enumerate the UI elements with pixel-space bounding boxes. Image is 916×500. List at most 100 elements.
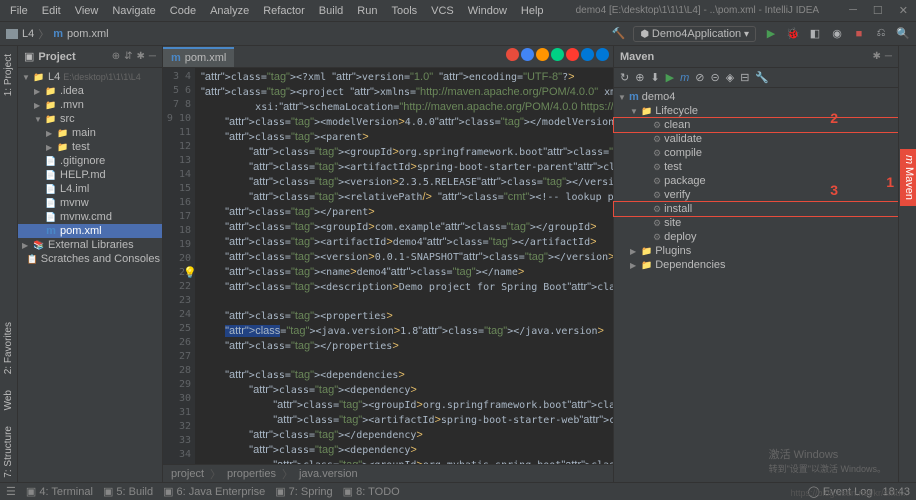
menu-view[interactable]: View bbox=[69, 3, 105, 19]
toggle-offline-icon[interactable]: ⊘ bbox=[695, 71, 704, 84]
gear-icon[interactable]: ✱ bbox=[873, 51, 881, 62]
ie-icon[interactable] bbox=[596, 48, 609, 61]
collapse-icon[interactable]: ✱ bbox=[137, 51, 145, 62]
maven-install[interactable]: ⚙install bbox=[614, 202, 898, 216]
breadcrumb[interactable]: L4 〉 m pom.xml bbox=[6, 26, 605, 42]
editor-breadcrumb[interactable]: project〉properties〉java.version bbox=[163, 464, 613, 482]
code-content[interactable]: "attr">class="tag"><?xml "attr">version=… bbox=[195, 68, 613, 464]
safari-icon[interactable] bbox=[551, 48, 564, 61]
caret-pos[interactable]: 18:43 bbox=[882, 486, 910, 498]
panel-title[interactable]: Project bbox=[38, 51, 107, 63]
crumb-file[interactable]: pom.xml bbox=[67, 28, 109, 40]
tree-node-mvnw-cmd[interactable]: 📄mvnw.cmd bbox=[18, 210, 162, 224]
coverage-icon[interactable]: ◧ bbox=[808, 27, 822, 41]
maven-tool-tab[interactable]: m Maven bbox=[902, 151, 916, 204]
tree-node--idea[interactable]: ▶📁.idea bbox=[18, 84, 162, 98]
sb-terminal[interactable]: ▣ 4: Terminal bbox=[26, 485, 93, 498]
menu-tools[interactable]: Tools bbox=[385, 3, 423, 19]
settings-icon[interactable]: 🔧 bbox=[755, 71, 769, 84]
menu-vcs[interactable]: VCS bbox=[425, 3, 460, 19]
code-editor[interactable]: 3 4 5 6 7 8 9 10 11 12 13 14 15 16 17 18… bbox=[163, 68, 613, 464]
tree-node-pom-xml[interactable]: mpom.xml bbox=[18, 224, 162, 238]
skip-tests-icon[interactable]: ⊝ bbox=[711, 71, 720, 84]
status-icon[interactable]: ☰ bbox=[6, 485, 16, 498]
menu-run[interactable]: Run bbox=[351, 3, 383, 19]
debug-icon[interactable]: 🐞 bbox=[786, 27, 800, 41]
sb-spring[interactable]: ▣ 7: Spring bbox=[275, 485, 332, 498]
edge-icon[interactable] bbox=[581, 48, 594, 61]
menu-file[interactable]: File bbox=[4, 3, 34, 19]
tree-node-External Libraries[interactable]: ▶📚External Libraries bbox=[18, 238, 162, 252]
structure-tool-tab[interactable]: 7: Structure bbox=[2, 422, 15, 482]
download-icon[interactable]: ⬇ bbox=[650, 71, 659, 84]
tree-node-L4[interactable]: ▼📁L4 E:\desktop\1\1\1\L4 bbox=[18, 70, 162, 84]
tree-node-test[interactable]: ▶📁test bbox=[18, 140, 162, 154]
menu-refactor[interactable]: Refactor bbox=[257, 3, 311, 19]
editor-tab[interactable]: m pom.xml bbox=[163, 47, 234, 67]
project-combo-icon[interactable]: ▣ bbox=[24, 50, 34, 63]
reload-icon[interactable]: ↻ bbox=[620, 71, 629, 84]
maven-dependencies[interactable]: ▶📁Dependencies bbox=[614, 258, 898, 272]
run-icon[interactable]: ▶ bbox=[764, 27, 778, 41]
crumb-project[interactable]: L4 bbox=[22, 28, 34, 40]
maven-tree[interactable]: 2 3 ▼mdemo4▼📁Lifecycle⚙clean⚙validate⚙co… bbox=[614, 88, 898, 482]
sb-todo[interactable]: ▣ 8: TODO bbox=[343, 485, 400, 498]
sb-java-enterprise[interactable]: ▣ 6: Java Enterprise bbox=[163, 485, 265, 498]
hide-icon[interactable]: ─ bbox=[885, 51, 892, 62]
project-tree[interactable]: ▼📁L4 E:\desktop\1\1\1\L4▶📁.idea▶📁.mvn▼📁s… bbox=[18, 68, 162, 482]
hide-panel-icon[interactable]: ─ bbox=[149, 51, 156, 62]
tree-node--mvn[interactable]: ▶📁.mvn bbox=[18, 98, 162, 112]
tree-node--gitignore[interactable]: 📄.gitignore bbox=[18, 154, 162, 168]
maven-test[interactable]: ⚙test bbox=[614, 160, 898, 174]
maven-plugins[interactable]: ▶📁Plugins bbox=[614, 244, 898, 258]
bc-java.version[interactable]: java.version bbox=[299, 468, 358, 480]
maven-package[interactable]: ⚙package bbox=[614, 174, 898, 188]
firefox-icon[interactable] bbox=[536, 48, 549, 61]
show-deps-icon[interactable]: ◈ bbox=[726, 71, 734, 84]
event-log[interactable]: ◯ Event Log bbox=[808, 485, 873, 498]
sb-build[interactable]: ▣ 5: Build bbox=[103, 485, 153, 498]
tree-node-Scratches and Consoles[interactable]: 📋Scratches and Consoles bbox=[18, 252, 162, 266]
execute-icon[interactable]: m bbox=[680, 72, 689, 84]
profile-icon[interactable]: ◉ bbox=[830, 27, 844, 41]
stop-icon[interactable]: ■ bbox=[852, 27, 866, 41]
maven-clean[interactable]: ⚙clean bbox=[614, 118, 898, 132]
close-button[interactable]: ✕ bbox=[895, 4, 912, 17]
chrome-icon[interactable] bbox=[521, 48, 534, 61]
maven-compile[interactable]: ⚙compile bbox=[614, 146, 898, 160]
menu-window[interactable]: Window bbox=[462, 3, 513, 19]
run-config-combo[interactable]: ⬢ Demo4Application ▾ bbox=[633, 26, 756, 42]
menu-code[interactable]: Code bbox=[164, 3, 202, 19]
build-icon[interactable]: 🔨 bbox=[611, 27, 625, 41]
tree-node-L4-iml[interactable]: 📄L4.iml bbox=[18, 182, 162, 196]
web-tool-tab[interactable]: Web bbox=[2, 386, 15, 414]
tree-node-src[interactable]: ▼📁src bbox=[18, 112, 162, 126]
collapse-all-icon[interactable]: ⊟ bbox=[740, 71, 749, 84]
maven-verify[interactable]: ⚙verify bbox=[614, 188, 898, 202]
menu-navigate[interactable]: Navigate bbox=[106, 3, 161, 19]
opera-icon[interactable] bbox=[566, 48, 579, 61]
select-opened-icon[interactable]: ⊕ bbox=[112, 51, 120, 62]
minimize-button[interactable]: ─ bbox=[845, 4, 861, 17]
tree-node-main[interactable]: ▶📁main bbox=[18, 126, 162, 140]
menu-build[interactable]: Build bbox=[313, 3, 349, 19]
intention-bulb-icon[interactable]: 💡 bbox=[183, 266, 197, 279]
project-tool-tab[interactable]: 1: Project bbox=[2, 50, 15, 100]
maximize-button[interactable]: ☐ bbox=[869, 4, 887, 17]
menu-edit[interactable]: Edit bbox=[36, 3, 67, 19]
tree-node-mvnw[interactable]: 📄mvnw bbox=[18, 196, 162, 210]
expand-icon[interactable]: ⇵ bbox=[124, 51, 132, 62]
tree-node-HELP-md[interactable]: 📄HELP.md bbox=[18, 168, 162, 182]
maven-demo4[interactable]: ▼mdemo4 bbox=[614, 90, 898, 104]
maven-validate[interactable]: ⚙validate bbox=[614, 132, 898, 146]
maven-lifecycle[interactable]: ▼📁Lifecycle bbox=[614, 104, 898, 118]
favorites-tool-tab[interactable]: 2: Favorites bbox=[2, 318, 15, 378]
bc-properties[interactable]: properties bbox=[227, 468, 276, 480]
maven-site[interactable]: ⚙site bbox=[614, 216, 898, 230]
maven-deploy[interactable]: ⚙deploy bbox=[614, 230, 898, 244]
vcs-icon[interactable]: ⎌ bbox=[874, 27, 888, 41]
bc-project[interactable]: project bbox=[171, 468, 204, 480]
menu-help[interactable]: Help bbox=[515, 3, 550, 19]
yandex-icon[interactable] bbox=[506, 48, 519, 61]
menu-analyze[interactable]: Analyze bbox=[204, 3, 255, 19]
